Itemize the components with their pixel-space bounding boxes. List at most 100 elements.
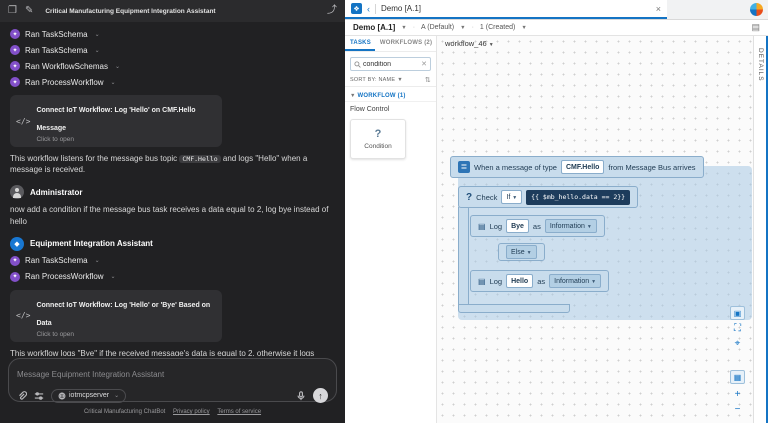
workflow-result-card[interactable]: </> Connect IoT Workflow: Log 'Hello' or… [10, 290, 222, 342]
minimap-button[interactable]: ▦ [730, 370, 745, 384]
log-level-dropdown[interactable]: Information ▼ [545, 219, 597, 233]
user-name: Administrator [30, 188, 82, 197]
question-mark-icon: ? [375, 128, 382, 140]
message-bus-icon: ≣ [458, 161, 470, 173]
log-icon: ▤ [478, 277, 486, 286]
app-icon: ❖ [351, 3, 362, 14]
tool-run-item[interactable]: ✦ Ran ProcessWorkflow ⌄ [10, 269, 335, 285]
details-tab[interactable]: DETAILS [757, 48, 764, 82]
designer-tabbar: ❖ ‹ Demo [A.1] × [345, 0, 768, 20]
tool-run-item[interactable]: ✦ Ran TaskSchema ⌄ [10, 26, 335, 42]
settings-sliders-icon[interactable] [34, 391, 44, 401]
chevron-down-icon: ▼ [489, 42, 494, 48]
composer-toolbar: iotmcpserver ⌄ ↑ [17, 388, 328, 403]
log-level-dropdown[interactable]: Information ▼ [549, 274, 601, 288]
topic-value[interactable]: CMF.Hello [561, 160, 604, 174]
chat-footer: Critical Manufacturing ChatBot Privacy p… [0, 409, 345, 415]
center-selection-button[interactable]: ⌖ [730, 337, 745, 351]
code-icon: </> [16, 117, 30, 126]
tool-icon: ✦ [10, 77, 20, 87]
clear-search-icon[interactable]: ✕ [421, 60, 427, 68]
version-selector[interactable]: A (Default) [421, 24, 454, 31]
condition-block-end [458, 304, 570, 313]
auto-layout-button[interactable]: ▣ [730, 306, 745, 320]
log-as-label: as [537, 277, 545, 286]
tool-run-item[interactable]: ✦ Ran WorkflowSchemas ⌄ [10, 58, 335, 74]
code-icon: </> [16, 311, 30, 320]
sort-direction-icon[interactable]: ⇅ [425, 76, 431, 84]
workflow-result-card[interactable]: </> Connect IoT Workflow: Log 'Hello' on… [10, 95, 222, 147]
fit-to-screen-button[interactable]: ⛶ [730, 322, 745, 336]
trigger-block[interactable]: ≣ When a message of type CMF.Hello from … [450, 156, 704, 178]
workflow-card-title: Connect IoT Workflow: Log 'Hello' on CMF… [36, 107, 195, 132]
else-block[interactable]: Else ▼ [498, 243, 545, 261]
else-dropdown[interactable]: Else ▼ [506, 245, 537, 259]
chevron-down-icon[interactable]: ▼ [521, 25, 526, 31]
tool-run-item[interactable]: ✦ Ran TaskSchema ⌄ [10, 253, 335, 269]
tab-tasks[interactable]: TASKS [345, 36, 375, 51]
assistant-message: This workflow listens for the message bu… [10, 153, 332, 175]
workflow-card-subtitle: Click to open [36, 331, 214, 338]
condition-operator-dropdown[interactable]: If ▼ [501, 190, 522, 204]
chevron-down-icon: ▼ [591, 279, 596, 285]
new-chat-icon[interactable]: ✎ [25, 6, 33, 16]
composer: iotmcpserver ⌄ ↑ [8, 358, 337, 402]
tool-icon: ✦ [10, 61, 20, 71]
chevron-down-icon: ⌄ [95, 31, 100, 38]
log-message-value[interactable]: Hello [506, 274, 533, 288]
chevron-down-icon[interactable]: ▼ [401, 25, 406, 31]
designer-panel: ❖ ‹ Demo [A.1] × Demo [A.1] ▼ · A (Defau… [345, 0, 768, 423]
log-message-value[interactable]: Bye [506, 219, 529, 233]
workflow-card-title: Connect IoT Workflow: Log 'Hello' or 'By… [36, 302, 210, 327]
zoom-out-button[interactable]: − [730, 403, 745, 417]
chevron-down-icon: ⌄ [111, 79, 116, 86]
breadcrumb[interactable]: workflow_46 ▼ [445, 39, 494, 48]
app-root: ❐ ✎ Critical Manufacturing Equipment Int… [0, 0, 768, 423]
tool-run-item[interactable]: ✦ Ran ProcessWorkflow ⌄ [10, 74, 335, 90]
tool-icon: ✦ [10, 272, 20, 282]
workflow-canvas[interactable]: workflow_46 ▼ ≣ When a message of type C… [437, 36, 753, 423]
task-card-label: Condition [364, 143, 391, 150]
mcp-server-selector[interactable]: iotmcpserver ⌄ [51, 389, 126, 403]
sidebar-toggle-icon[interactable]: ❐ [8, 6, 17, 16]
search-input[interactable] [363, 61, 415, 68]
log-block[interactable]: ▤ Log Bye as Information ▼ [470, 215, 605, 237]
chevron-down-icon: ▼ [587, 224, 592, 230]
search-icon [354, 61, 361, 68]
share-icon[interactable]: ⤴ [327, 6, 337, 16]
attach-icon[interactable] [17, 391, 27, 401]
chevron-down-icon[interactable]: ▼ [460, 25, 465, 31]
send-button[interactable]: ↑ [313, 388, 328, 403]
workflow-name[interactable]: Demo [A.1] [353, 23, 395, 32]
task-card-condition[interactable]: ? Condition [350, 119, 406, 159]
chevron-down-icon[interactable]: ▼ [397, 77, 403, 83]
workflow-group-header[interactable]: ▼ WORKFLOW (1) [345, 87, 436, 101]
chevron-down-icon: ⌄ [115, 63, 120, 70]
message-input[interactable] [17, 370, 328, 379]
chat-messages: ✦ Ran TaskSchema ⌄ ✦ Ran TaskSchema ⌄ ✦ … [0, 22, 345, 356]
log-as-label: as [533, 222, 541, 231]
privacy-policy-link[interactable]: Privacy policy [173, 409, 210, 415]
user-avatar [10, 185, 24, 199]
assistant-header: ◆ Equipment Integration Assistant [10, 235, 335, 253]
panel-menu-icon[interactable]: ▤ [751, 22, 760, 33]
chevron-down-icon: ⌄ [114, 392, 119, 399]
tab-workflows[interactable]: WORKFLOWS (2) [375, 36, 436, 51]
terms-link[interactable]: Terms of service [217, 409, 261, 415]
condition-expression[interactable]: {{ $mb_hello.data == 2}} [526, 190, 630, 205]
check-block[interactable]: ? Check If ▼ {{ $mb_hello.data == 2}} [458, 186, 638, 208]
user-header: Administrator [10, 183, 335, 201]
state-selector[interactable]: 1 (Created) [480, 24, 515, 31]
sort-label[interactable]: SORT BY: NAME [350, 77, 395, 83]
close-icon[interactable]: × [656, 4, 661, 14]
mic-icon[interactable] [296, 391, 306, 401]
company-logo-icon[interactable] [750, 3, 763, 16]
log-block[interactable]: ▤ Log Hello as Information ▼ [470, 270, 609, 292]
tool-icon: ✦ [10, 256, 20, 266]
log-level-value: Information [554, 278, 589, 285]
back-icon[interactable]: ‹ [367, 4, 370, 14]
divider [375, 4, 376, 14]
zoom-in-button[interactable]: + [730, 388, 745, 402]
designer-tab[interactable]: ❖ ‹ Demo [A.1] × [345, 0, 667, 19]
tool-run-item[interactable]: ✦ Ran TaskSchema ⌄ [10, 42, 335, 58]
